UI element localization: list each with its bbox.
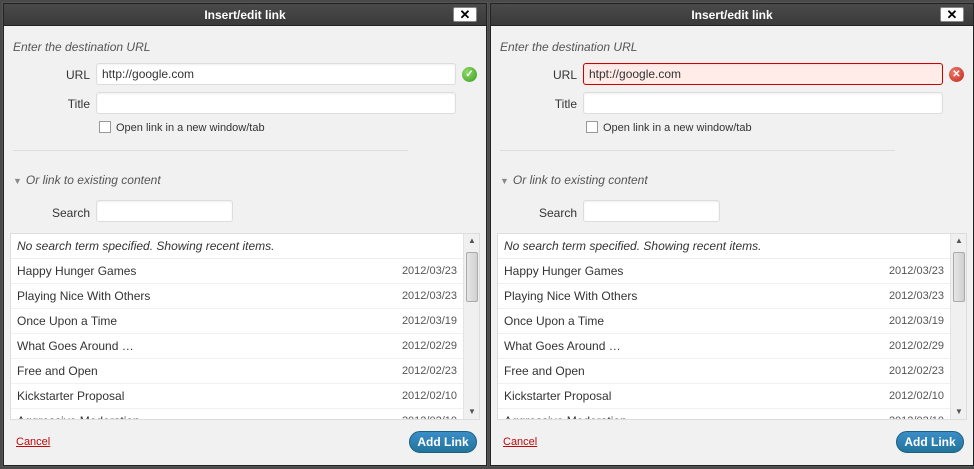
dialog-title: Insert/edit link [691,8,773,22]
scroll-thumb[interactable] [466,252,478,302]
results-note: No search term specified. Showing recent… [498,234,966,259]
result-row[interactable]: Playing Nice With Others 2012/03/23 [498,284,966,309]
result-row[interactable]: What Goes Around … 2012/02/29 [498,334,966,359]
existing-content-label: Or link to existing content [25,173,161,187]
results-list: No search term specified. Showing recent… [10,233,480,420]
section-divider [500,150,895,151]
result-row[interactable]: Free and Open 2012/02/23 [498,359,966,384]
scroll-up-arrow-icon[interactable]: ▲ [466,235,478,247]
title-input[interactable] [583,92,943,114]
add-link-button[interactable]: Add Link [896,431,964,453]
result-row[interactable]: What Goes Around … 2012/02/29 [11,334,479,359]
result-date: 2012/03/23 [888,265,944,277]
result-row[interactable]: Happy Hunger Games 2012/03/23 [498,259,966,284]
check-circle-icon: ✓ [462,67,477,82]
result-row[interactable]: Playing Nice With Others 2012/03/23 [11,284,479,309]
result-row[interactable]: Free and Open 2012/02/23 [11,359,479,384]
close-icon: ✕ [946,7,958,22]
result-title: Aggressive Moderation [504,414,627,419]
result-title: What Goes Around … [17,339,134,353]
result-date: 2012/03/23 [401,265,457,277]
url-input[interactable]: htpt://google.com [583,63,943,85]
triangle-down-icon: ▼ [13,176,22,186]
scroll-down-arrow-icon[interactable]: ▼ [466,406,478,418]
result-title: Happy Hunger Games [504,264,624,278]
result-row[interactable]: Aggressive Moderation 2012/02/10 [11,409,479,419]
result-title: Aggressive Moderation [17,414,140,419]
result-row[interactable]: Once Upon a Time 2012/03/19 [498,309,966,334]
results-scrollbar[interactable]: ▲ ▼ [950,234,966,419]
triangle-down-icon: ▼ [500,176,509,186]
results-list: No search term specified. Showing recent… [497,233,967,420]
result-date: 2012/03/23 [888,290,944,302]
existing-content-toggle[interactable]: ▼ Or link to existing content [13,173,161,187]
search-input[interactable] [583,200,720,222]
results-rows: Happy Hunger Games 2012/03/23 Playing Nice… [498,259,966,419]
result-row[interactable]: Aggressive Moderation 2012/02/10 [498,409,966,419]
result-title: Playing Nice With Others [504,289,638,303]
result-title: Once Upon a Time [504,314,605,328]
result-row[interactable]: Kickstarter Proposal 2012/02/10 [11,384,479,409]
title-input[interactable] [96,92,456,114]
result-title: Free and Open [17,364,98,378]
dialog-titlebar: Insert/edit link ✕ [4,4,486,26]
new-window-checkbox[interactable] [99,121,111,133]
result-date: 2012/03/19 [401,315,457,327]
title-label: Title [67,97,90,111]
search-label: Search [51,206,90,220]
search-label: Search [538,206,577,220]
result-row[interactable]: Kickstarter Proposal 2012/02/10 [498,384,966,409]
result-title: Happy Hunger Games [17,264,137,278]
url-section-heading: Enter the destination URL [13,40,151,54]
close-button[interactable]: ✕ [453,7,477,22]
existing-content-label: Or link to existing content [512,173,648,187]
error-circle-icon: ✕ [949,67,964,82]
title-label: Title [554,97,577,111]
existing-content-toggle[interactable]: ▼ Or link to existing content [500,173,648,187]
cancel-link[interactable]: Cancel [16,436,50,448]
result-date: 2012/02/23 [401,365,457,377]
cancel-link[interactable]: Cancel [503,436,537,448]
dialog-title: Insert/edit link [204,8,286,22]
result-date: 2012/03/19 [888,315,944,327]
result-date: 2012/02/10 [402,409,457,419]
stage: Insert/edit link ✕ Enter the destination… [0,0,974,469]
dialog-titlebar: Insert/edit link ✕ [491,4,973,26]
result-date: 2012/02/29 [401,340,457,352]
new-window-label[interactable]: Open link in a new window/tab [116,122,265,134]
section-divider [13,150,408,151]
add-link-button[interactable]: Add Link [409,431,477,453]
result-row[interactable]: Once Upon a Time 2012/03/19 [11,309,479,334]
result-date: 2012/03/23 [401,290,457,302]
result-date: 2012/02/10 [401,390,457,402]
result-title: Kickstarter Proposal [17,389,125,403]
url-label: URL [65,68,90,82]
scroll-thumb[interactable] [953,252,965,302]
result-date: 2012/02/10 [888,390,944,402]
url-section-heading: Enter the destination URL [500,40,638,54]
results-rows: Happy Hunger Games 2012/03/23 Playing Nice… [11,259,479,419]
result-title: Once Upon a Time [17,314,118,328]
close-button[interactable]: ✕ [940,7,964,22]
search-input[interactable] [96,200,233,222]
results-note: No search term specified. Showing recent… [11,234,479,259]
result-title: What Goes Around … [504,339,621,353]
result-date: 2012/02/23 [888,365,944,377]
url-label: URL [552,68,577,82]
result-title: Playing Nice With Others [17,289,151,303]
result-title: Free and Open [504,364,585,378]
result-row[interactable]: Happy Hunger Games 2012/03/23 [11,259,479,284]
scroll-up-arrow-icon[interactable]: ▲ [953,235,965,247]
result-date: 2012/02/29 [888,340,944,352]
link-dialog-valid: Insert/edit link ✕ Enter the destination… [3,3,487,466]
result-date: 2012/02/10 [889,409,944,419]
new-window-label[interactable]: Open link in a new window/tab [603,122,752,134]
link-dialog-invalid: Insert/edit link ✕ Enter the destination… [490,3,974,466]
result-title: Kickstarter Proposal [504,389,612,403]
close-icon: ✕ [459,7,471,22]
url-input[interactable]: http://google.com [96,63,456,85]
scroll-down-arrow-icon[interactable]: ▼ [953,406,965,418]
results-scrollbar[interactable]: ▲ ▼ [463,234,479,419]
new-window-checkbox[interactable] [586,121,598,133]
